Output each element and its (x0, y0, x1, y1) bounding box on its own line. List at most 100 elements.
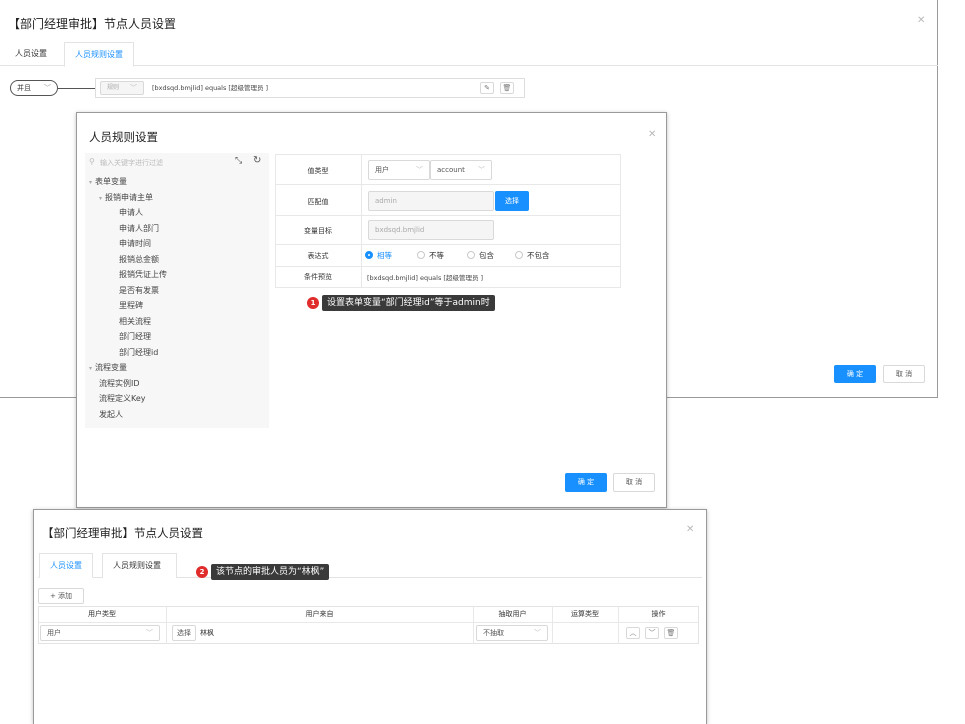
tree-node-label: 发起人 (99, 409, 123, 419)
tree-node[interactable]: 部门经理 (119, 331, 151, 342)
col-actions: 操作 (651, 610, 666, 618)
rule-confirm-button[interactable]: 确 定 (565, 473, 607, 492)
edit-icon[interactable]: ✎ (480, 82, 494, 94)
arrow-up-icon[interactable]: ︿ (626, 627, 640, 639)
expression-label: 表达式 (307, 252, 329, 260)
chevron-down-icon: ﹀ (44, 84, 51, 92)
tree-node[interactable]: 报销凭证上传 (119, 269, 167, 280)
match-value-input[interactable]: admin (368, 191, 494, 211)
chevron-down-icon: ﹀ (416, 166, 423, 174)
radio-not-equal[interactable] (417, 251, 425, 259)
column-divider (361, 154, 362, 288)
refresh-icon[interactable]: ↻ (253, 155, 261, 166)
tree-node[interactable]: ▾ 流程变量 (89, 362, 127, 373)
user-type-select[interactable]: 用户 ﹀ (40, 625, 160, 641)
rule-text: [bxdsqd.bmjlid] equals [超级管理员 ] (152, 84, 269, 92)
tree-node[interactable]: 是否有发票 (119, 285, 159, 296)
radio-equal[interactable] (365, 251, 373, 259)
tree-node[interactable]: 发起人 (99, 409, 123, 420)
chevron-down-icon: ﹀ (130, 84, 137, 92)
search-icon: ⚲ (89, 157, 95, 166)
tree-node[interactable]: 部门经理id (119, 347, 158, 358)
tree-search-input[interactable]: 输入关键字进行过滤 (100, 158, 163, 168)
tree-node-label: 表单变量 (95, 177, 128, 186)
rule-cancel-button[interactable]: 取 消 (613, 473, 655, 492)
tree-node[interactable]: 流程实例ID (99, 378, 140, 389)
col-user-source: 用户来自 (305, 610, 334, 618)
tab-rule-settings[interactable]: 人员规则设置 (64, 42, 134, 67)
tab-user-settings[interactable]: 人员设置 (39, 553, 93, 578)
match-value-label: 匹配值 (307, 198, 329, 206)
row-divider (275, 215, 621, 216)
caret-down-icon[interactable]: ▾ (99, 195, 102, 202)
extract-user-select[interactable]: 不抽取 ﹀ (476, 625, 548, 641)
tree-node-label: 流程定义Key (99, 394, 146, 403)
caret-down-icon[interactable]: ▾ (89, 365, 92, 372)
tree-node-label: 流程实例ID (99, 378, 140, 388)
radio-not-contains-label: 不包含 (527, 251, 550, 260)
tree-node[interactable]: ▾ 报销申请主单 (99, 192, 153, 203)
tree-node-label: 里程碑 (119, 301, 143, 310)
chevron-down-icon: ﹀ (146, 629, 153, 637)
tab-user-settings[interactable]: 人员设置 (5, 42, 57, 66)
back-confirm-button[interactable]: 确 定 (834, 365, 876, 383)
radio-not-contains[interactable] (515, 251, 523, 259)
source-select-button[interactable]: 选择 (172, 625, 196, 641)
value-type-sub-value: account (437, 166, 465, 174)
rule-dialog-title: 人员规则设置 (89, 130, 158, 144)
col-op-type: 运算类型 (571, 610, 599, 618)
tree-node-label: 流程变量 (95, 363, 128, 372)
tree-node[interactable]: 里程碑 (119, 300, 143, 311)
tree-node-label: 是否有发票 (119, 285, 159, 295)
tree-node[interactable]: 申请人 (119, 207, 143, 218)
tree-node-label: 报销总金额 (119, 254, 159, 264)
delete-icon[interactable]: 🗑 (664, 627, 678, 639)
radio-contains[interactable] (467, 251, 475, 259)
preview-value: [bxdsqd.bmjlid] equals [超级管理员 ] (367, 274, 484, 282)
add-button[interactable]: + 添加 (38, 588, 84, 604)
tree-node[interactable]: 申请时间 (119, 238, 151, 249)
value-type-label: 值类型 (307, 167, 329, 175)
arrow-down-icon[interactable]: ﹀ (645, 627, 659, 639)
tab-bar (0, 42, 938, 66)
callout-2-text: 该节点的审批人员为“林枫” (211, 564, 330, 580)
collapse-icon[interactable]: ⤡ (235, 156, 242, 166)
col-extract-user: 抽取用户 (498, 610, 527, 618)
close-icon[interactable]: ✕ (917, 15, 925, 26)
callout-1-marker: 1 (307, 297, 319, 309)
var-target-input[interactable]: bxdsqd.bmjlid (368, 220, 494, 240)
delete-icon[interactable]: 🗑 (500, 82, 514, 94)
tree-node-label: 报销申请主单 (105, 192, 154, 202)
tree-node[interactable]: 相关流程 (119, 316, 151, 327)
tree-node[interactable]: 申请人部门 (119, 223, 159, 234)
tree-node[interactable]: ▾ 表单变量 (89, 176, 127, 187)
value-type-select[interactable]: 用户 ﹀ (368, 160, 430, 180)
tree-node-label: 申请人部门 (119, 223, 159, 233)
radio-not-equal-label: 不等 (429, 251, 444, 260)
logic-select[interactable]: 并且 ﹀ (10, 80, 58, 96)
rule-type-select[interactable]: 规则 ﹀ (100, 81, 144, 95)
tab-rule-settings[interactable]: 人员规则设置 (102, 553, 177, 578)
callout-1-text: 设置表单变量“部门经理id”等于admin时 (322, 295, 495, 311)
callout-2-marker: 2 (196, 566, 208, 578)
row-divider (275, 244, 621, 245)
row-divider (275, 184, 621, 185)
value-type-value: 用户 (375, 166, 389, 174)
close-icon[interactable]: ✕ (648, 129, 656, 140)
connector-line (58, 88, 95, 89)
radio-equal-label: 相等 (377, 251, 392, 260)
front-node-settings-dialog: 【部门经理审批】节点人员设置 ✕ 人员设置 人员规则设置 + 添加 用户类型 用… (33, 509, 707, 724)
value-type-sub-select[interactable]: account ﹀ (430, 160, 492, 180)
select-button[interactable]: 选择 (495, 191, 529, 211)
header-divider (38, 622, 699, 623)
tree-node-label: 报销凭证上传 (119, 270, 167, 279)
tree-node[interactable]: 报销总金额 (119, 254, 159, 265)
tree-node-label: 部门经理id (119, 347, 159, 357)
close-icon[interactable]: ✕ (686, 524, 694, 535)
col-user-type: 用户类型 (88, 610, 116, 618)
back-cancel-button[interactable]: 取 消 (883, 365, 925, 383)
caret-down-icon[interactable]: ▾ (89, 179, 92, 186)
tree-node[interactable]: 流程定义Key (99, 393, 146, 404)
logic-select-value: 并且 (17, 84, 31, 92)
row-divider (275, 266, 621, 267)
